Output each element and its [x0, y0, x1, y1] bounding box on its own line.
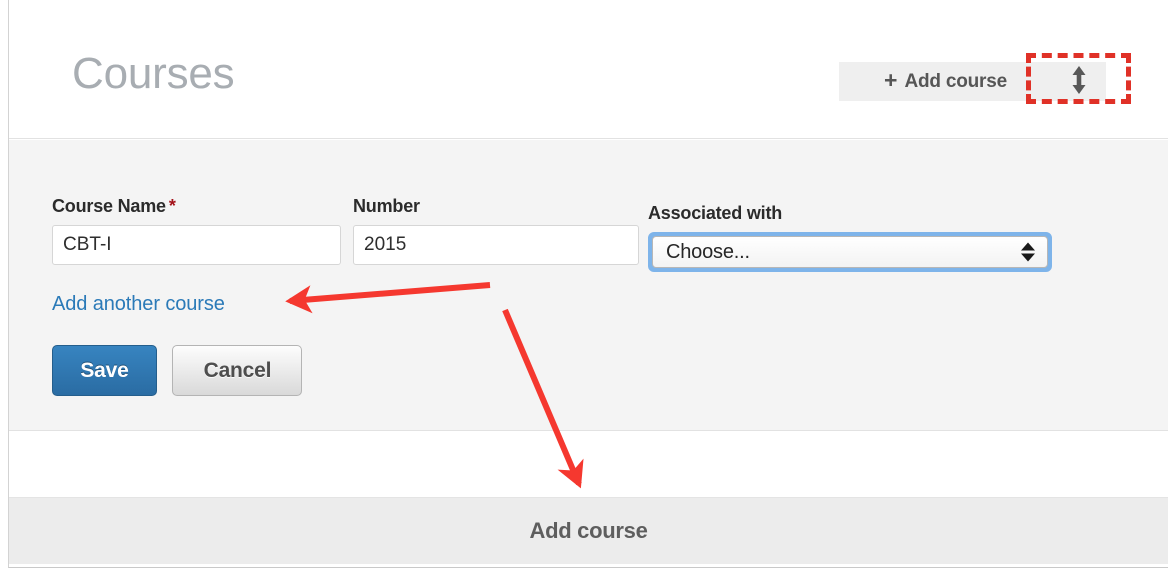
- plus-icon: +: [884, 67, 898, 93]
- associated-with-select-inner: Choose...: [652, 236, 1048, 268]
- course-name-label: Course Name *: [52, 196, 341, 217]
- form-button-row: Save Cancel: [52, 345, 303, 396]
- page-title: Courses: [72, 49, 235, 98]
- save-button[interactable]: Save: [52, 345, 157, 396]
- cancel-button[interactable]: Cancel: [172, 345, 303, 396]
- field-number: Number: [353, 196, 639, 265]
- add-course-button-label: Add course: [904, 70, 1007, 92]
- screenshot-root: Courses + Add course Course Name * CBT-I…: [0, 0, 1168, 574]
- required-asterisk: *: [168, 196, 176, 216]
- course-name-input[interactable]: [52, 225, 341, 265]
- number-label: Number: [353, 196, 420, 216]
- footer-add-course-label: Add course: [529, 518, 648, 543]
- add-course-button[interactable]: + Add course: [839, 62, 1052, 101]
- courses-panel: Courses + Add course Course Name * CBT-I…: [8, 0, 1168, 568]
- add-another-course-link[interactable]: Add another course: [52, 293, 225, 316]
- select-updown-arrows-icon: [1021, 242, 1035, 262]
- course-name-label-text: Course Name: [52, 196, 166, 216]
- sort-vertical-arrows-icon: [1069, 65, 1089, 98]
- course-form: Course Name* Number Associated with Choo…: [9, 140, 1168, 431]
- course-list-empty-row: [9, 432, 1168, 497]
- number-input[interactable]: [353, 225, 639, 265]
- field-course-name: Course Name *: [52, 196, 341, 265]
- associated-with-selected-value: Choose...: [666, 240, 750, 263]
- field-associated-with: Associated with Choose...: [648, 203, 1052, 272]
- associated-with-select[interactable]: Choose...: [648, 232, 1052, 272]
- sort-button[interactable]: [1052, 62, 1106, 101]
- associated-with-label: Associated with: [648, 203, 783, 223]
- panel-header: Courses + Add course: [9, 0, 1168, 139]
- footer-add-course[interactable]: Add course: [9, 497, 1168, 564]
